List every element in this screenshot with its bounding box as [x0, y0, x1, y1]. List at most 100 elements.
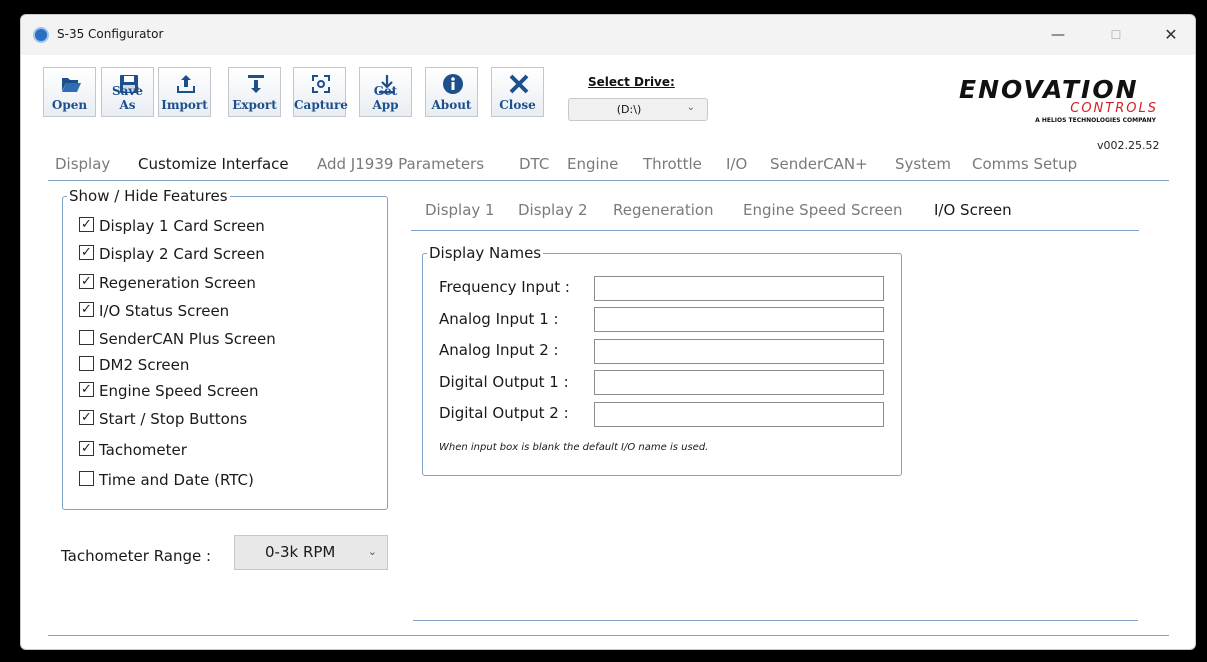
- analog-input-2-label: Analog Input 2 :: [439, 341, 559, 359]
- drive-select[interactable]: (D:\) ⌄: [568, 98, 708, 121]
- feature-io-status[interactable]: ✓ I/O Status Screen: [79, 302, 229, 322]
- feature-regeneration[interactable]: ✓ Regeneration Screen: [79, 274, 256, 294]
- digital-output-1-field[interactable]: [594, 370, 884, 395]
- features-groupbox: Show / Hide Features ✓ Display 1 Card Scr…: [62, 187, 388, 510]
- display-names-note: When input box is blank the default I/O …: [439, 442, 709, 453]
- analog-input-1-field[interactable]: [594, 307, 884, 332]
- drive-select-value: (D:\): [616, 103, 642, 116]
- close-label: Close: [499, 98, 536, 112]
- logo-tagline: A HELIOS TECHNOLOGIES COMPANY: [1035, 117, 1156, 124]
- tab-customize-interface[interactable]: Customize Interface: [138, 155, 289, 173]
- frequency-input-field[interactable]: [594, 276, 884, 301]
- subtab-display-2[interactable]: Display 2: [518, 201, 588, 219]
- tab-system[interactable]: System: [895, 155, 951, 173]
- app-window: S-35 Configurator — ☐ ✕ Open Save As Imp…: [20, 14, 1196, 650]
- tab-dtc[interactable]: DTC: [519, 155, 549, 173]
- checkbox-unchecked[interactable]: [79, 471, 94, 486]
- title-bar: S-35 Configurator — ☐ ✕: [21, 15, 1195, 55]
- feature-label: Display 1 Card Screen: [99, 217, 265, 235]
- export-button[interactable]: Export: [228, 67, 281, 117]
- capture-frame-icon: [312, 75, 330, 93]
- tab-throttle[interactable]: Throttle: [643, 155, 702, 173]
- features-title: Show / Hide Features: [67, 187, 230, 205]
- app-icon: [33, 27, 49, 43]
- checkbox-checked[interactable]: ✓: [79, 410, 94, 425]
- feature-label: SenderCAN Plus Screen: [99, 330, 276, 348]
- close-x-icon: [509, 74, 529, 94]
- logo-brand: ENOVATION: [959, 75, 1139, 104]
- subtab-engine-speed-screen[interactable]: Engine Speed Screen: [743, 201, 903, 219]
- tab-sendercan[interactable]: SenderCAN+: [770, 155, 868, 173]
- feature-sendercan-plus[interactable]: SenderCAN Plus Screen: [79, 330, 276, 350]
- capture-button[interactable]: Capture: [293, 67, 348, 117]
- feature-label: Start / Stop Buttons: [99, 410, 248, 428]
- chevron-down-icon: ⌄: [686, 102, 695, 113]
- feature-display-1-card[interactable]: ✓ Display 1 Card Screen: [79, 217, 265, 237]
- checkbox-checked[interactable]: ✓: [79, 245, 94, 260]
- subtab-display-1[interactable]: Display 1: [425, 201, 495, 219]
- minimize-button[interactable]: —: [1046, 25, 1070, 45]
- display-names-groupbox: Display Names Frequency Input : Analog I…: [422, 244, 902, 476]
- import-label: Import: [161, 98, 208, 112]
- checkbox-checked[interactable]: ✓: [79, 441, 94, 456]
- window-title: S-35 Configurator: [57, 27, 164, 41]
- subtab-io-screen[interactable]: I/O Screen: [934, 201, 1012, 219]
- tachometer-range-select[interactable]: 0-3k RPM ⌄: [234, 535, 388, 570]
- feature-start-stop[interactable]: ✓ Start / Stop Buttons: [79, 410, 247, 430]
- save-as-label: Save As: [111, 84, 144, 112]
- feature-label: Tachometer: [99, 441, 187, 459]
- tab-comms-setup[interactable]: Comms Setup: [972, 155, 1077, 173]
- checkbox-checked[interactable]: ✓: [79, 217, 94, 232]
- checkbox-unchecked[interactable]: [79, 356, 94, 371]
- checkbox-checked[interactable]: ✓: [79, 382, 94, 397]
- frequency-input-label: Frequency Input :: [439, 278, 570, 296]
- feature-engine-speed[interactable]: ✓ Engine Speed Screen: [79, 382, 259, 402]
- feature-label: Regeneration Screen: [99, 274, 256, 292]
- analog-input-2-field[interactable]: [594, 339, 884, 364]
- feature-display-2-card[interactable]: ✓ Display 2 Card Screen: [79, 245, 265, 265]
- save-as-button[interactable]: Save As: [101, 67, 154, 117]
- capture-label: Capture: [294, 98, 348, 112]
- tab-add-j1939-parameters[interactable]: Add J1939 Parameters: [317, 155, 484, 173]
- tab-display[interactable]: Display: [55, 155, 110, 173]
- feature-label: I/O Status Screen: [99, 302, 230, 320]
- get-app-label: Get App: [372, 84, 399, 112]
- window-close-button[interactable]: ✕: [1159, 25, 1183, 45]
- feature-tachometer[interactable]: ✓ Tachometer: [79, 441, 187, 461]
- import-button[interactable]: Import: [158, 67, 211, 117]
- checkbox-unchecked[interactable]: [79, 330, 94, 345]
- sub-tab-underline: [411, 230, 1139, 231]
- tachometer-range-value: 0-3k RPM: [265, 543, 336, 561]
- info-icon: [443, 74, 463, 94]
- tab-engine[interactable]: Engine: [567, 155, 618, 173]
- feature-label: Time and Date (RTC): [99, 471, 254, 489]
- main-content: Open Save As Import Export Capture Get A…: [21, 55, 1195, 649]
- maximize-button[interactable]: ☐: [1104, 25, 1128, 45]
- feature-dm2[interactable]: DM2 Screen: [79, 356, 189, 376]
- about-label: About: [431, 98, 472, 112]
- select-drive-label: Select Drive:: [588, 75, 675, 89]
- feature-label: Engine Speed Screen: [99, 382, 259, 400]
- open-label: Open: [51, 98, 88, 112]
- analog-input-1-label: Analog Input 1 :: [439, 310, 559, 328]
- open-button[interactable]: Open: [43, 67, 96, 117]
- checkbox-checked[interactable]: ✓: [79, 302, 94, 317]
- feature-label: Display 2 Card Screen: [99, 245, 265, 263]
- close-button[interactable]: Close: [491, 67, 544, 117]
- main-tab-underline: [48, 180, 1169, 181]
- digital-output-2-field[interactable]: [594, 402, 884, 427]
- tab-io[interactable]: I/O: [726, 155, 747, 173]
- feature-time-date[interactable]: Time and Date (RTC): [79, 471, 254, 491]
- chevron-down-icon: ⌄: [367, 545, 377, 558]
- get-app-button[interactable]: Get App: [359, 67, 412, 117]
- enovation-logo: ENOVATION CONTROLS A HELIOS TECHNOLOGIES…: [954, 75, 1164, 131]
- upload-tray-icon: [177, 75, 195, 93]
- checkbox-checked[interactable]: ✓: [79, 274, 94, 289]
- version-label: v002.25.52: [1097, 139, 1160, 152]
- subtab-regeneration[interactable]: Regeneration: [613, 201, 714, 219]
- about-button[interactable]: About: [425, 67, 478, 117]
- sub-panel-bottom-line: [413, 620, 1138, 621]
- display-names-title: Display Names: [427, 244, 544, 262]
- folder-open-icon: [62, 78, 81, 92]
- digital-output-2-label: Digital Output 2 :: [439, 404, 569, 422]
